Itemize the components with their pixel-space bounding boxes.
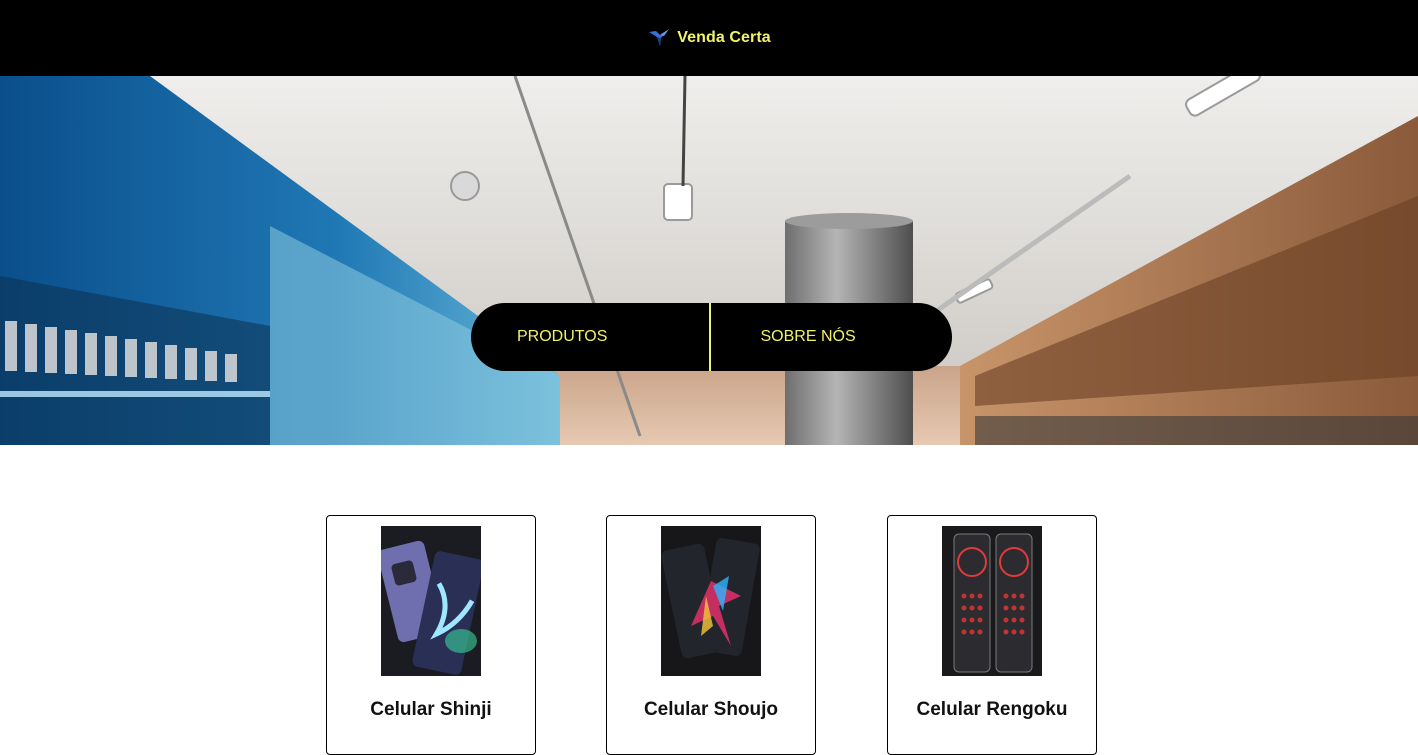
product-grid: Celular Shinji Celular Shoujo Celular Re… (0, 445, 1418, 755)
store-interior-photo (0, 76, 1418, 445)
hero-banner: PRODUTOS SOBRE NÓS (0, 76, 1418, 445)
product-card-shoujo[interactable]: Celular Shoujo (606, 515, 816, 755)
main-nav: PRODUTOS SOBRE NÓS (471, 303, 952, 371)
site-header: Venda Certa (0, 0, 1418, 76)
phone-shinji-photo (381, 526, 481, 676)
phone-shoujo-photo (661, 526, 761, 676)
product-card-shinji[interactable]: Celular Shinji (326, 515, 536, 755)
phone-rengoku-photo (942, 526, 1042, 676)
nav-link-produtos[interactable]: PRODUTOS (471, 303, 709, 371)
product-title: Celular Shinji (370, 699, 492, 720)
bird-logo-icon (649, 29, 670, 46)
brand-name: Venda Certa (677, 29, 771, 46)
product-card-rengoku[interactable]: Celular Rengoku (887, 515, 1097, 755)
product-title: Celular Shoujo (643, 699, 779, 720)
nav-link-sobre-nos[interactable]: SOBRE NÓS (711, 303, 953, 371)
brand-link[interactable]: Venda Certa (647, 26, 771, 50)
product-title: Celular Rengoku (916, 699, 1068, 720)
